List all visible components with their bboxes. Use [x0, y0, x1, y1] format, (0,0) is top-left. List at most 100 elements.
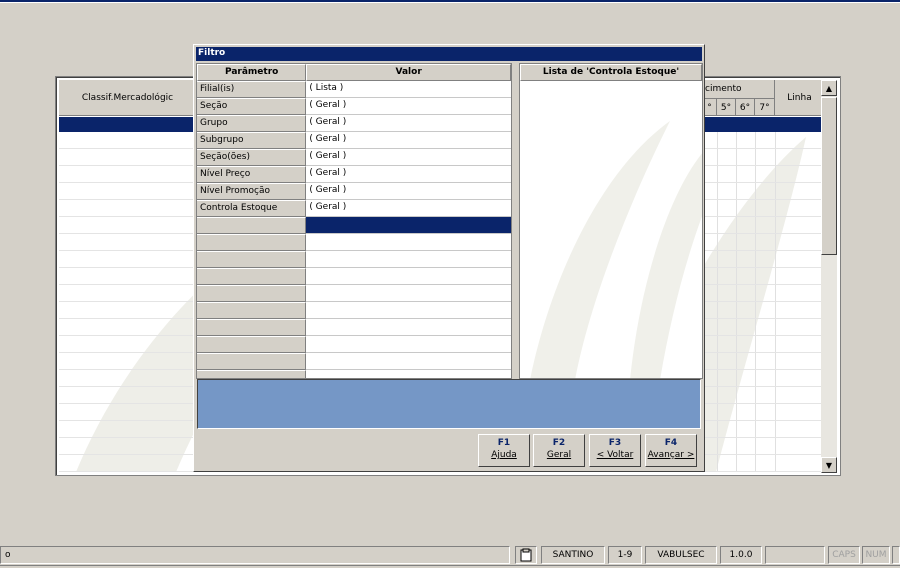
param-value[interactable]	[306, 353, 511, 370]
param-value[interactable]	[306, 268, 511, 285]
param-label: Nível Preço	[197, 166, 307, 183]
filter-dialog: Filtro Parâmetro Valor Filial(is) ( List…	[193, 44, 705, 472]
param-value[interactable]	[306, 217, 511, 234]
general-button[interactable]: F2 Geral	[533, 434, 585, 467]
param-label: Seção(ões)	[197, 149, 307, 166]
param-row-subgrupo[interactable]: Subgrupo ( Geral )	[197, 132, 511, 149]
param-label	[197, 251, 307, 268]
param-value[interactable]: ( Geral )	[306, 183, 511, 200]
status-range: 1-9	[608, 546, 642, 564]
param-value[interactable]: ( Lista )	[306, 81, 511, 98]
param-label: Grupo	[197, 115, 307, 132]
status-message: o	[0, 546, 510, 564]
param-label	[197, 268, 307, 285]
parameter-grid-header: Parâmetro Valor	[197, 64, 511, 81]
key-label: F2	[552, 438, 566, 448]
scroll-down-button[interactable]: ▼	[821, 457, 837, 473]
value-column-header[interactable]: Valor	[306, 64, 511, 81]
param-value[interactable]	[306, 251, 511, 268]
param-label: Seção	[197, 98, 307, 115]
param-value[interactable]	[306, 302, 511, 319]
param-value[interactable]	[306, 234, 511, 251]
param-row-filiais[interactable]: Filial(is) ( Lista )	[197, 81, 511, 98]
parameter-grid: Parâmetro Valor Filial(is) ( Lista ) Seç…	[196, 63, 512, 379]
param-row-nivel-preco[interactable]: Nível Preço ( Geral )	[197, 166, 511, 183]
arrow-down-icon: ▼	[825, 460, 833, 470]
status-user: SANTINO	[541, 546, 605, 564]
param-value[interactable]: ( Geral )	[306, 98, 511, 115]
column-vencimento-group: cimento	[703, 80, 775, 98]
param-label: Controla Estoque	[197, 200, 307, 217]
back-button[interactable]: F3 < Voltar	[589, 434, 641, 467]
clipboard-icon[interactable]	[515, 546, 537, 564]
list-title: Lista de 'Controla Estoque'	[520, 64, 702, 81]
key-label: F3	[608, 438, 622, 448]
status-bar: o SANTINO 1-9 VABULSEC 1.0.0 CAPS NUM	[0, 545, 900, 565]
param-row-empty[interactable]	[197, 285, 511, 302]
top-border-highlight	[0, 2, 900, 3]
param-row-empty[interactable]	[197, 251, 511, 268]
param-label: Nível Promoção	[197, 183, 307, 200]
button-label: Geral	[546, 450, 572, 460]
param-value[interactable]	[306, 319, 511, 336]
info-panel	[197, 379, 701, 429]
list-watermark-swoosh	[530, 121, 702, 378]
param-column-header[interactable]: Parâmetro	[197, 64, 307, 81]
status-caps: CAPS	[828, 546, 860, 564]
next-button[interactable]: F4 Avançar >	[645, 434, 697, 467]
param-label: Subgrupo	[197, 132, 307, 149]
status-empty	[765, 546, 825, 564]
param-row-empty[interactable]	[197, 336, 511, 353]
column-classif[interactable]: Classif.Mercadológic	[59, 80, 197, 116]
column-day-7[interactable]: 7°	[755, 98, 775, 116]
help-button[interactable]: F1 Ajuda	[478, 434, 530, 467]
param-value[interactable]: ( Geral )	[306, 200, 511, 217]
param-value[interactable]	[306, 370, 511, 378]
param-value[interactable]	[306, 336, 511, 353]
param-label	[197, 319, 307, 336]
dialog-title: Filtro	[196, 47, 702, 61]
param-row-empty[interactable]	[197, 319, 511, 336]
param-label	[197, 302, 307, 319]
status-version: 1.0.0	[720, 546, 762, 564]
key-label: F4	[664, 438, 678, 448]
button-label: Ajuda	[491, 450, 517, 460]
param-row-controla-estoque[interactable]: Controla Estoque ( Geral )	[197, 200, 511, 217]
vertical-scrollbar[interactable]: ▲ ▼	[821, 80, 837, 473]
param-row-empty-selected[interactable]	[197, 217, 511, 234]
param-value[interactable]: ( Geral )	[306, 115, 511, 132]
param-row-empty[interactable]	[197, 302, 511, 319]
param-row-secao[interactable]: Seção ( Geral )	[197, 98, 511, 115]
param-row-secoes[interactable]: Seção(ões) ( Geral )	[197, 149, 511, 166]
status-end	[892, 546, 900, 564]
column-day-4[interactable]: °	[703, 98, 717, 116]
param-row-empty[interactable]	[197, 234, 511, 251]
column-day-5[interactable]: 5°	[717, 98, 736, 116]
button-label: Avançar >	[647, 450, 695, 460]
param-label	[197, 353, 307, 370]
param-value[interactable]: ( Geral )	[306, 132, 511, 149]
param-row-empty[interactable]	[197, 268, 511, 285]
param-label: Filial(is)	[197, 81, 307, 98]
param-row-nivel-promocao[interactable]: Nível Promoção ( Geral )	[197, 183, 511, 200]
param-row-grupo[interactable]: Grupo ( Geral )	[197, 115, 511, 132]
param-label	[197, 285, 307, 302]
column-day-6[interactable]: 6°	[736, 98, 755, 116]
param-value[interactable]: ( Geral )	[306, 149, 511, 166]
scroll-thumb[interactable]	[821, 97, 837, 255]
controla-estoque-list[interactable]: Lista de 'Controla Estoque'	[519, 63, 703, 379]
param-value[interactable]: ( Geral )	[306, 166, 511, 183]
param-row-empty[interactable]	[197, 370, 511, 378]
status-num: NUM	[862, 546, 890, 564]
param-label	[197, 234, 307, 251]
key-label: F1	[497, 438, 511, 448]
button-label: < Voltar	[596, 450, 634, 460]
column-linha[interactable]: Linha	[775, 80, 825, 116]
status-module: VABULSEC	[645, 546, 717, 564]
param-row-empty[interactable]	[197, 353, 511, 370]
param-label	[197, 336, 307, 353]
scroll-up-button[interactable]: ▲	[821, 80, 837, 96]
clipboard-icon-glyph	[520, 548, 532, 562]
param-value[interactable]	[306, 285, 511, 302]
param-label	[197, 217, 307, 234]
